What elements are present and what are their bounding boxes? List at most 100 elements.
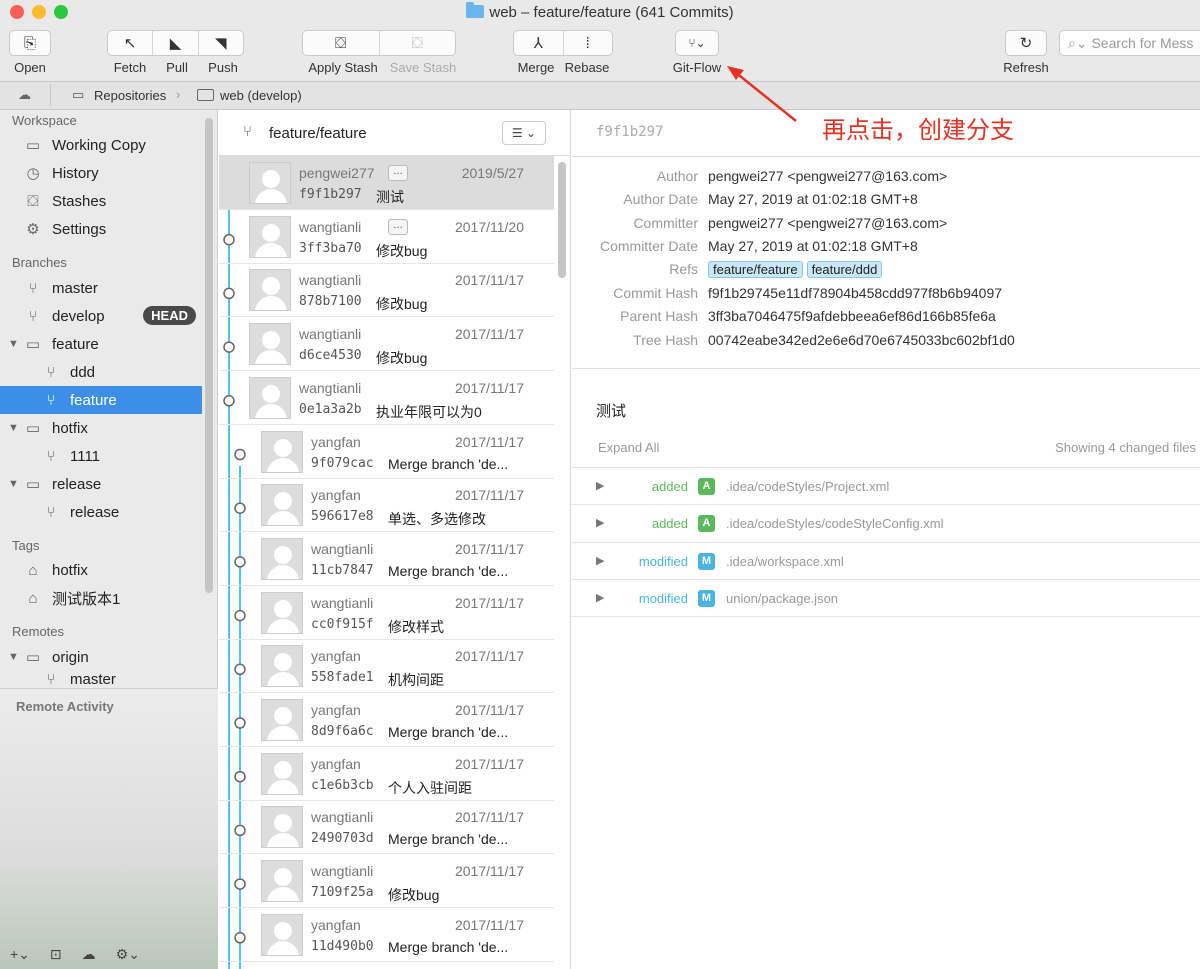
remote-folder-icon: ▭ bbox=[25, 649, 41, 666]
commit-date: 2017/11/17 bbox=[454, 863, 524, 880]
sidebar-item-develop[interactable]: ⑂ develop HEAD bbox=[0, 302, 202, 330]
folder-icon bbox=[466, 2, 485, 18]
pull-button[interactable]: ◣ bbox=[153, 31, 199, 55]
window-title: web – feature/feature (641 Commits) bbox=[0, 2, 1200, 21]
tag-icon: ⌂ bbox=[28, 589, 38, 607]
sidebar-item-settings[interactable]: ⚙ Settings bbox=[0, 215, 202, 243]
commit-row[interactable]: pengwei277 … 2019/5/27 f9f1b297 测试 bbox=[219, 156, 554, 210]
changed-file-row[interactable]: ▶ added A .idea/codeStyles/Project.xml bbox=[572, 467, 1200, 504]
sidebar-item-feature-feature[interactable]: ⑂ feature bbox=[0, 386, 202, 414]
sidebar-item-working-copy[interactable]: ▭ Working Copy bbox=[0, 131, 202, 159]
sidebar-item-ddd[interactable]: ⑂ ddd bbox=[0, 358, 202, 386]
tag-icon: ⌂ bbox=[28, 561, 38, 579]
changed-file-row[interactable]: ▶ added A .idea/codeStyles/codeStyleConfig.… bbox=[572, 504, 1200, 541]
branch-icon: ⑂ bbox=[46, 447, 56, 465]
commit-row[interactable]: yangfan 2017/11/17 c1e6b3cb 个人入驻间距 bbox=[219, 747, 554, 801]
divider bbox=[572, 156, 1200, 157]
disclosure-triangle-icon[interactable]: ▶ bbox=[596, 516, 604, 529]
commit-date: 2019/5/27 bbox=[461, 165, 524, 181]
changed-file-row[interactable]: ▶ modified Munion/package.json bbox=[572, 578, 1200, 616]
disclosure-triangle-icon[interactable]: ▶ bbox=[596, 554, 604, 567]
commit-date: 2017/11/17 bbox=[454, 702, 524, 718]
avatar bbox=[249, 162, 291, 204]
cloud-icon[interactable]: ☁ bbox=[18, 87, 31, 103]
commit-author: yangfan bbox=[311, 433, 361, 450]
inbox-icon[interactable]: ⊡ bbox=[50, 946, 62, 963]
expand-all-button[interactable]: Expand All bbox=[598, 440, 659, 455]
commit-row[interactable]: wangtianli … 2017/11/20 3ff3ba70 修改bug bbox=[219, 210, 554, 264]
commit-date: 2017/11/17 bbox=[454, 594, 524, 611]
commit-hash: 878b7100 bbox=[299, 294, 362, 310]
avatar bbox=[261, 806, 303, 849]
push-button[interactable]: ◥ bbox=[199, 31, 243, 55]
rebase-button[interactable]: ⁞ bbox=[564, 31, 613, 55]
sidebar-item-origin[interactable]: ▭ origin bbox=[0, 643, 202, 671]
changed-file-row[interactable]: ▶ modified M .idea/workspace.xml bbox=[572, 541, 1200, 579]
save-stash-icon: ⛋ bbox=[411, 34, 423, 52]
commit-message: 修改bug bbox=[376, 296, 428, 313]
fetch-pull-push-group: ↖ ◣ ◥ bbox=[107, 30, 244, 56]
avatar bbox=[261, 484, 303, 527]
commit-list-scrollbar[interactable] bbox=[558, 162, 566, 278]
gitflow-button[interactable]: ⑂⌄ bbox=[675, 30, 719, 56]
ref-badge[interactable]: feature/feature bbox=[708, 261, 803, 278]
commit-row[interactable]: yangfan 2017/11/17 8d9f6a6c Merge branch 'd… bbox=[219, 693, 554, 747]
sidebar-item-history[interactable]: ◷ History bbox=[0, 159, 202, 187]
avatar bbox=[249, 269, 291, 312]
commit-hash: d6ce4530 bbox=[299, 348, 362, 364]
branch-icon: ⑂ bbox=[46, 363, 56, 381]
commit-row[interactable]: wangtianli 2017/11/17 7109f25a 修改bug bbox=[219, 854, 554, 909]
merge-button[interactable]: ⅄ bbox=[514, 31, 564, 55]
sidebar-item-release[interactable]: ⑂ release bbox=[0, 498, 202, 526]
sidebar-item-1111[interactable]: ⑂ 1111 bbox=[0, 442, 202, 470]
search-field[interactable]: ⌕⌄ Search for Mess bbox=[1059, 30, 1200, 56]
commit-message: 修改bug bbox=[376, 350, 428, 367]
disclosure-triangle-icon[interactable]: ▶ bbox=[596, 479, 604, 492]
commit-row[interactable]: wangtianli 2017/11/17 878b7100 修改bug bbox=[219, 263, 554, 318]
commit-row[interactable]: wangtianli 2017/11/17 cc0f915f 修改样式 bbox=[219, 586, 554, 640]
save-stash-button[interactable]: ⛋ bbox=[380, 31, 456, 55]
tree-hash-label: Tree Hash bbox=[633, 332, 698, 348]
list-options-menu[interactable]: ☰ ⌄ bbox=[502, 121, 546, 145]
commit-author: wangtianli bbox=[311, 809, 374, 826]
refresh-button[interactable]: ↻ bbox=[1005, 30, 1047, 56]
more-refs-button[interactable]: … bbox=[388, 218, 408, 235]
file-status: modified bbox=[638, 553, 688, 569]
ref-badge[interactable]: feature/ddd bbox=[806, 261, 883, 278]
file-path: union/package.json bbox=[726, 590, 839, 606]
disclosure-triangle-icon[interactable]: ▶ bbox=[596, 591, 604, 604]
commit-row[interactable]: wangtianli 2017/11/17 0e1a3a2b 执业年限可以为0 bbox=[219, 371, 554, 425]
gear-icon[interactable]: ⚙⌄ bbox=[116, 946, 140, 963]
sidebar-item-tag-test[interactable]: ⌂ 测试版本1 bbox=[0, 584, 202, 612]
more-refs-button[interactable]: … bbox=[388, 165, 408, 181]
sidebar-item-feature-folder[interactable]: ▭ feature bbox=[0, 330, 202, 358]
author-date-label: Author Date bbox=[623, 191, 698, 207]
sidebar-item-hotfix-folder[interactable]: ▭ hotfix bbox=[0, 414, 202, 442]
commit-author: wangtianli bbox=[311, 863, 374, 880]
breadcrumb-repositories[interactable]: Repositories bbox=[94, 88, 166, 103]
apply-stash-button[interactable]: ⛋ bbox=[303, 31, 380, 55]
sidebar-item-origin-master[interactable]: ⑂ master bbox=[0, 671, 202, 689]
breadcrumb-repo[interactable]: web (develop) bbox=[220, 88, 302, 103]
add-icon[interactable]: +⌄ bbox=[10, 946, 30, 963]
file-status: added bbox=[651, 479, 688, 494]
open-button[interactable]: ⎘ bbox=[9, 30, 51, 56]
commit-row[interactable]: yangfan 2017/11/17 558fade1 机构间距 bbox=[219, 639, 554, 694]
sidebar-item-tag-hotfix[interactable]: ⌂ hotfix bbox=[0, 556, 202, 584]
commit-hash: 7109f25a bbox=[311, 885, 374, 901]
cloud-icon[interactable]: ☁ bbox=[82, 946, 96, 963]
sidebar-item-release-folder[interactable]: ▭ release bbox=[0, 470, 202, 498]
commit-row[interactable]: yangfan 2017/11/17 11d490b0 Merge branch 'd… bbox=[219, 908, 554, 962]
parent-hash-value[interactable]: 3ff3ba7046475f9afdebbeea6ef86d166b85fe6a bbox=[708, 308, 996, 324]
commit-row[interactable]: wangtianli 2017/11/17 2490703d Merge branch… bbox=[219, 800, 554, 855]
sidebar-item-stashes[interactable]: ⛋ Stashes bbox=[0, 187, 202, 215]
commit-row[interactable]: wangtianli 2017/11/17 d6ce4530 修改bug bbox=[219, 317, 554, 372]
commit-row[interactable]: yangfan 2017/11/17 596617e8 单选、多选修改 bbox=[219, 478, 554, 533]
tree-hash-value: 00742eabe342ed2e6e6d70e6745033bc602bf1d0 bbox=[708, 332, 1015, 348]
commit-message: 单选、多选修改 bbox=[388, 511, 486, 528]
sidebar-scrollbar[interactable] bbox=[205, 118, 213, 593]
sidebar-item-master[interactable]: ⑂ master bbox=[0, 274, 202, 302]
fetch-button[interactable]: ↖ bbox=[108, 31, 154, 55]
commit-row[interactable]: wangtianli 2017/11/17 11cb7847 Merge branch… bbox=[219, 532, 554, 586]
commit-row[interactable]: yangfan 2017/11/17 9f079cac Merge branch 'd… bbox=[219, 425, 554, 479]
